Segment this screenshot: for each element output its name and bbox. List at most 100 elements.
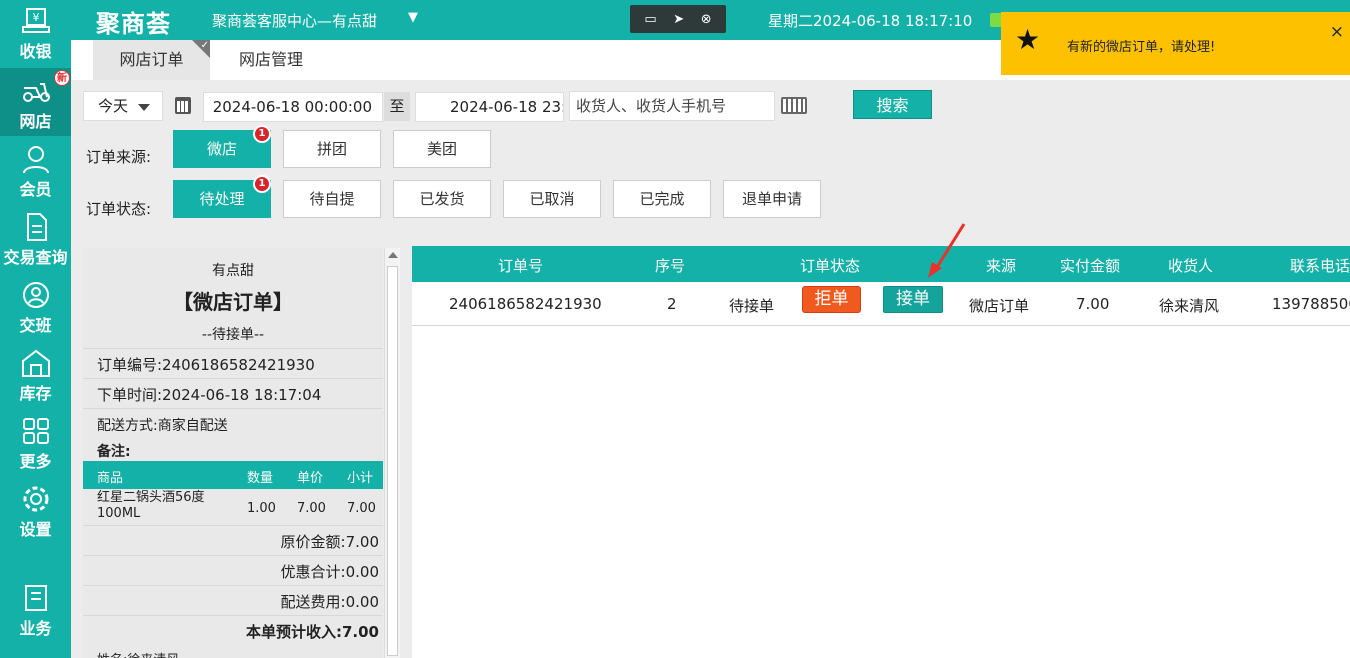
receipt-original-amount: 原价金额:7.00	[280, 533, 379, 551]
column-header: 联系电话	[1290, 257, 1350, 275]
datetime: 星期二2024-06-18 18:17:10	[768, 12, 973, 30]
store-name: 聚商荟客服中心—有点甜	[212, 12, 378, 30]
status-chip-refund-request[interactable]: 退单申请	[723, 180, 821, 218]
column-header: 订单状态	[800, 257, 861, 275]
sidebar-item-inventory[interactable]: 库存	[0, 340, 71, 408]
sidebar-item-member[interactable]: 会员	[0, 136, 71, 204]
new-order-notification: ★ 有新的微店订单，请处理! ×	[1001, 12, 1350, 75]
search-input[interactable]: 收货人、收货人手机号	[569, 91, 775, 121]
sidebar-item-more[interactable]: 更多	[0, 408, 71, 476]
divider	[83, 615, 383, 616]
income-value: 7.00	[341, 623, 379, 641]
svg-text:¥: ¥	[32, 11, 39, 24]
close-icon[interactable]: ×	[1330, 22, 1344, 42]
minimize-icon[interactable]: ▭	[644, 12, 656, 27]
chip-label: 微店	[206, 140, 237, 158]
item-name: 红星二锅头酒56度 100ML	[97, 490, 205, 521]
sidebar-item-label: 设置	[19, 520, 52, 539]
receipt-remark: 备注:	[97, 444, 131, 460]
send-icon[interactable]: ➤	[673, 12, 684, 27]
source-chip-meituan[interactable]: 美团	[393, 130, 491, 168]
receipt-order-no: 订单编号:2406186582421930	[97, 356, 315, 374]
order-seq: 2	[667, 295, 677, 313]
chevron-down-icon[interactable]: ▼	[408, 10, 418, 25]
date-range-separator: 至	[384, 92, 410, 121]
column-header: 收货人	[1168, 257, 1214, 275]
sidebar-item-settings[interactable]: 设置	[0, 476, 71, 544]
sidebar-item-label: 网店	[19, 112, 52, 131]
status-chip-shipped[interactable]: 已发货	[393, 180, 491, 218]
chip-label: 美团	[426, 140, 457, 158]
receipt-item-row: 红星二锅头酒56度 100ML 1.00 7.00 7.00	[83, 489, 383, 525]
sidebar-item-shift[interactable]: 交班	[0, 272, 71, 340]
store-selector[interactable]: 聚商荟客服中心—有点甜	[212, 10, 377, 31]
column-header: 数量	[247, 471, 274, 486]
keyboard-icon[interactable]	[781, 97, 807, 114]
start-date-input[interactable]: 2024-06-18 00:00:00	[203, 92, 383, 122]
scroll-up-icon[interactable]	[388, 252, 398, 258]
column-header: 单价	[297, 471, 324, 486]
sidebar-item-label: 会员	[19, 180, 52, 199]
sidebar-item-webstore[interactable]: 网店 新	[0, 68, 71, 136]
receipt-title: 【微店订单】	[173, 290, 293, 314]
orders-table-header: 订单号 序号 订单状态 来源 实付金额 收货人 联系电话	[412, 246, 1350, 282]
receipt-recipient: 姓名:徐来清风	[97, 649, 179, 658]
shift-user-icon	[22, 282, 49, 308]
count-badge: 1	[253, 125, 271, 143]
status-chip-completed[interactable]: 已完成	[613, 180, 711, 218]
divider	[83, 525, 383, 526]
orders-table: 订单号 序号 订单状态 来源 实付金额 收货人 联系电话 24061865824…	[412, 246, 1350, 658]
table-row[interactable]: 2406186582421930 2 待接单 拒单 接单 微店订单 7.00 徐…	[412, 282, 1350, 326]
tab-label: 网店订单	[119, 50, 184, 69]
end-date-input[interactable]: 2024-06-18 23:59	[415, 92, 564, 122]
sidebar: ¥ 收银 网店 新 会员 交易查询 交班 库存 更多 设置 业务	[0, 0, 71, 658]
status-chip-pending[interactable]: 待处理 1	[173, 175, 271, 218]
sidebar-item-cashier[interactable]: ¥ 收银	[0, 0, 71, 68]
sidebar-item-label: 收银	[19, 42, 52, 61]
notification-message: 有新的微店订单，请处理!	[1067, 40, 1216, 55]
count-badge: 1	[253, 175, 271, 193]
receipt-items-header: 商品 数量 单价 小计	[83, 461, 383, 489]
status-chip-self-pickup[interactable]: 待自提	[283, 180, 381, 218]
annotation-arrow	[928, 223, 966, 278]
divider	[83, 585, 383, 586]
order-status-label: 订单状态:	[86, 200, 152, 218]
date-preset-value: 今天	[98, 97, 129, 115]
chip-label: 待处理	[199, 190, 245, 208]
tab-online-orders[interactable]: 网店订单 ✓	[93, 40, 210, 80]
document-icon	[26, 213, 47, 241]
sidebar-item-business[interactable]: 业务	[0, 575, 71, 643]
tab-online-store-manage[interactable]: 网店管理	[221, 40, 321, 80]
source-chip-weidian[interactable]: 微店 1	[173, 125, 271, 168]
order-recipient: 徐来清风	[1159, 297, 1220, 315]
receipt-preview: 有点甜 【微店订单】 --待接单-- 订单编号:2406186582421930…	[83, 248, 383, 658]
date-preset-select[interactable]: 今天	[83, 91, 163, 121]
calendar-icon[interactable]	[175, 97, 191, 114]
item-qty: 1.00	[247, 501, 276, 516]
search-button[interactable]: 搜索	[853, 90, 932, 119]
source-chip-group-buy[interactable]: 拼团	[283, 130, 381, 168]
chip-label: 已取消	[529, 190, 575, 208]
chip-label: 退单申请	[741, 190, 802, 208]
gear-icon	[23, 486, 48, 512]
close-icon[interactable]: ⊗	[701, 12, 712, 27]
star-icon: ★	[1015, 23, 1041, 56]
window-controls: ▭ ➤ ⊗	[630, 5, 726, 33]
sidebar-item-transactions[interactable]: 交易查询	[0, 204, 71, 272]
reject-order-button[interactable]: 拒单	[802, 286, 861, 313]
status-chip-cancelled[interactable]: 已取消	[503, 180, 601, 218]
order-phone: 139788500	[1272, 295, 1350, 313]
tab-label: 网店管理	[238, 50, 303, 69]
order-source-label: 订单来源:	[86, 148, 152, 166]
check-icon: ✓	[200, 40, 209, 51]
scroll-thumb[interactable]	[387, 266, 398, 656]
grid-icon	[22, 418, 49, 444]
delivery-scooter-icon	[22, 83, 50, 102]
warehouse-icon	[21, 349, 50, 377]
column-header: 序号	[655, 257, 686, 275]
cash-register-icon: ¥	[21, 8, 50, 33]
accept-order-button[interactable]: 接单	[883, 286, 943, 313]
order-source: 微店订单	[969, 297, 1030, 315]
receipt-scrollbar[interactable]	[384, 248, 400, 658]
receipt-store-name: 有点甜	[212, 263, 254, 279]
